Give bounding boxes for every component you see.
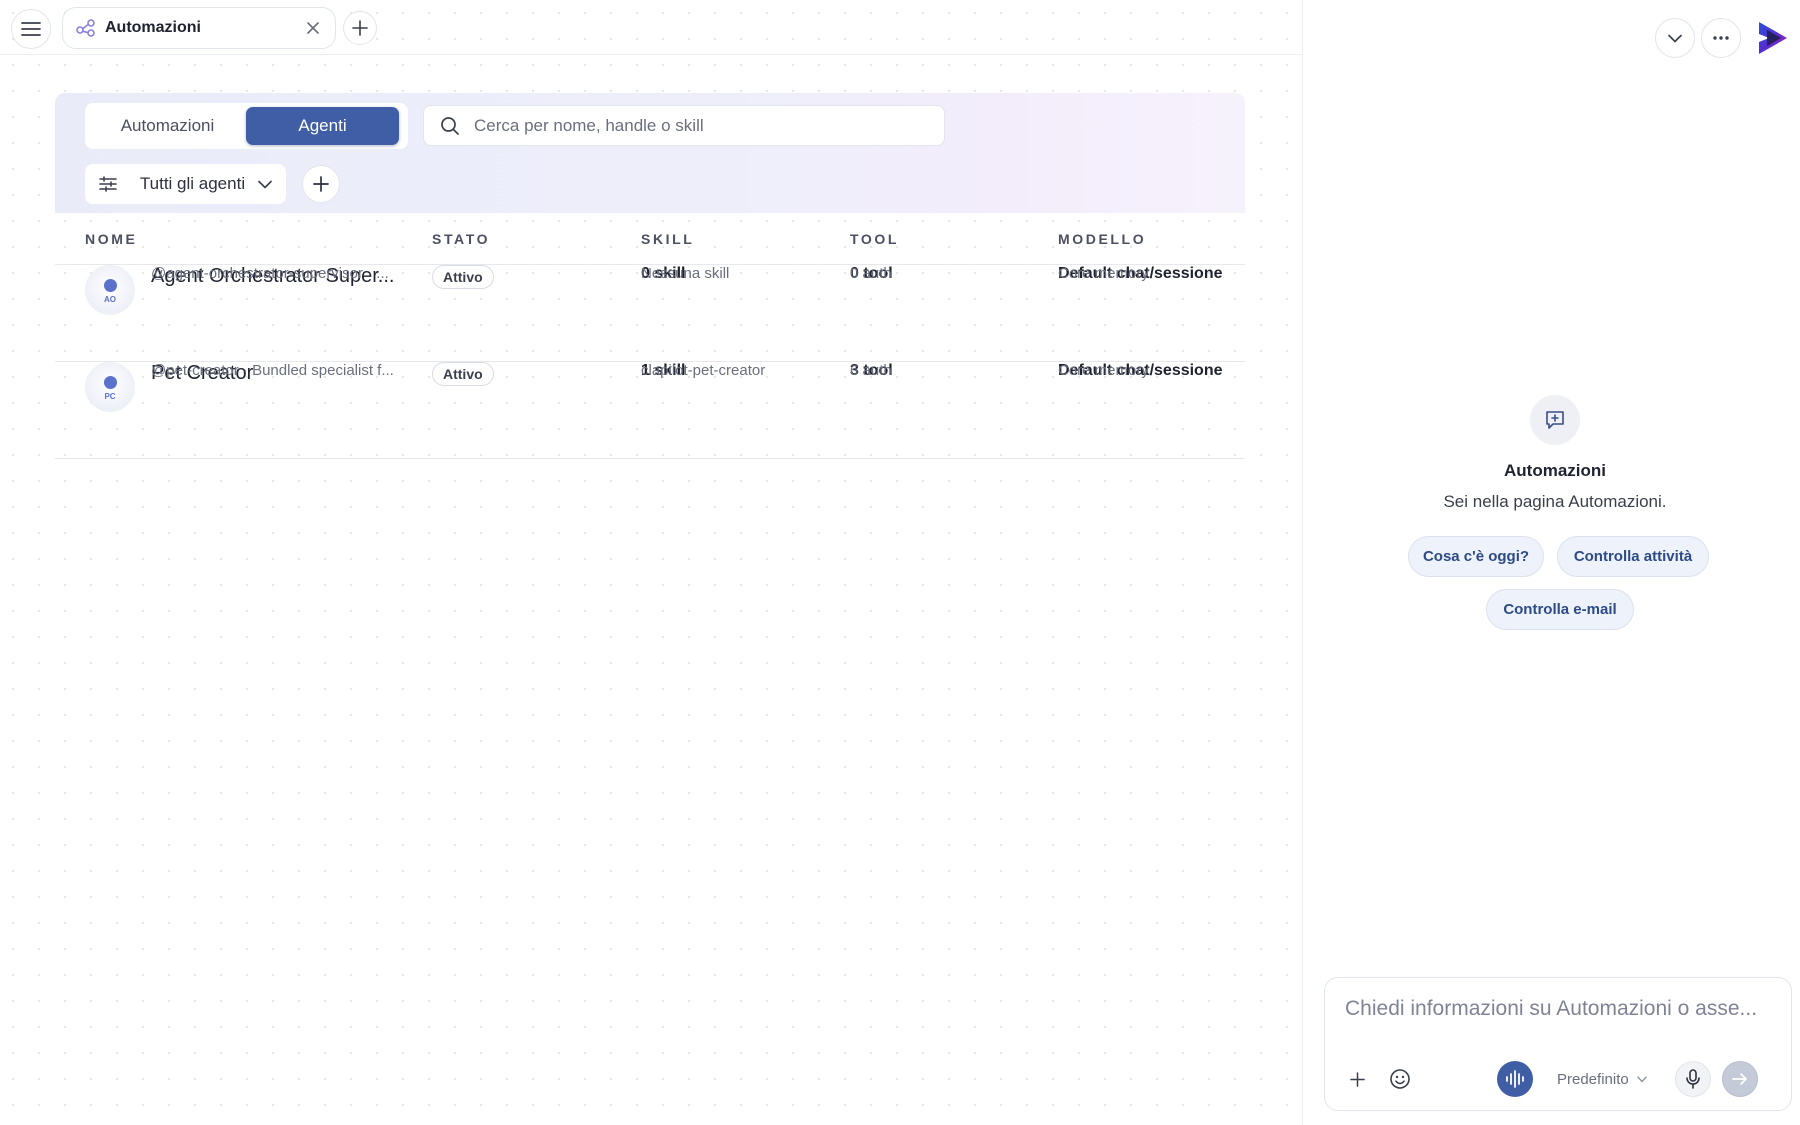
view-switcher: Automazioni Agenti <box>85 103 408 149</box>
suggestion-chip-oggi[interactable]: Cosa c'è oggi? <box>1408 536 1544 577</box>
tab-label: Automazioni <box>105 19 201 36</box>
search-box <box>423 105 945 146</box>
waveform-icon <box>1506 1070 1524 1088</box>
column-header-tool[interactable]: TOOL <box>850 231 899 247</box>
topbar-divider <box>0 54 1302 55</box>
sliders-icon <box>99 176 117 192</box>
column-header-skill[interactable]: SKILL <box>641 231 694 247</box>
chevron-down-icon <box>1668 34 1682 42</box>
workflow-icon <box>75 17 97 39</box>
chat-composer: Predefinito <box>1324 977 1792 1111</box>
tool-detail: 6 auth <box>850 362 892 379</box>
suggestion-chip-attivita[interactable]: Controlla attività <box>1557 536 1709 577</box>
avatar: AO <box>85 265 135 315</box>
model-selector-label: Predefinito <box>1557 1070 1629 1088</box>
assistant-panel: Automazioni Sei nella pagina Automazioni… <box>1302 0 1800 1125</box>
emoji-icon <box>1390 1069 1410 1089</box>
model-detail: Core memory <box>1058 265 1149 282</box>
attach-button[interactable] <box>1339 1061 1375 1097</box>
main-menu-button[interactable] <box>11 9 51 49</box>
assistant-title: Automazioni <box>1504 461 1606 480</box>
emoji-button[interactable] <box>1382 1061 1418 1097</box>
microphone-icon <box>1686 1069 1700 1089</box>
agent-handle: @pet-creator · Bundled specialist f... <box>151 362 394 379</box>
skill-detail: clapilot-pet-creator <box>641 362 766 379</box>
search-icon <box>441 116 459 135</box>
status-badge: Attivo <box>432 362 494 386</box>
filter-label: Tutti gli agenti <box>139 174 246 193</box>
chat-plus-icon <box>1530 395 1580 445</box>
agent-filter-dropdown[interactable]: Tutti gli agenti <box>85 164 286 204</box>
app-logo <box>1753 18 1793 58</box>
skill-detail: Nessuna skill <box>641 265 730 282</box>
close-icon <box>307 22 319 34</box>
table-row[interactable]: PC Pet Creator @pet-creator · Bundled sp… <box>55 362 1245 459</box>
column-header-nome[interactable]: NOME <box>85 231 137 247</box>
chevron-down-icon <box>258 180 272 188</box>
avatar-initials: PC <box>104 392 116 401</box>
chevron-down-icon <box>1637 1076 1647 1083</box>
segment-agenti[interactable]: Agenti <box>246 107 399 145</box>
close-tab-button[interactable] <box>303 18 323 38</box>
plus-icon <box>1349 1071 1365 1087</box>
collapse-panel-button[interactable] <box>1655 18 1695 58</box>
hamburger-icon <box>21 22 41 36</box>
model-selector[interactable]: Predefinito <box>1557 1061 1647 1097</box>
model-detail: Core memory <box>1058 362 1149 379</box>
avatar-initials: AO <box>104 295 116 304</box>
table-row[interactable]: AO Agent Orchestrator Super... @agent-or… <box>55 265 1245 362</box>
status-badge: Attivo <box>432 265 494 289</box>
arrow-right-icon <box>1732 1073 1747 1085</box>
segment-automazioni[interactable]: Automazioni <box>89 107 246 145</box>
send-button[interactable] <box>1722 1061 1758 1097</box>
tool-detail: 0 auth <box>850 265 892 282</box>
voice-mode-button[interactable] <box>1497 1061 1533 1097</box>
avatar-dot <box>104 376 117 389</box>
toolbar: Automazioni Agenti Tutti gli agenti <box>55 93 1245 213</box>
search-input[interactable] <box>474 115 928 136</box>
plus-icon <box>313 176 329 192</box>
tab-automazioni[interactable]: Automazioni <box>62 7 336 49</box>
microphone-button[interactable] <box>1675 1061 1711 1097</box>
chat-input[interactable] <box>1345 992 1773 1026</box>
agent-handle: @agent-orchestrator-supervisor · ... <box>151 265 389 282</box>
avatar: PC <box>85 362 135 412</box>
more-options-button[interactable] <box>1701 18 1741 58</box>
table-header: NOME STATO SKILL TOOL MODELLO <box>55 213 1245 265</box>
column-header-modello[interactable]: MODELLO <box>1058 231 1146 247</box>
avatar-dot <box>104 279 117 292</box>
column-header-stato[interactable]: STATO <box>432 231 490 247</box>
ellipsis-icon <box>1713 36 1729 40</box>
assistant-subtitle: Sei nella pagina Automazioni. <box>1443 492 1667 511</box>
plus-icon <box>352 20 368 36</box>
agents-panel: Automazioni Agenti Tutti gli agenti <box>55 93 1245 459</box>
suggestion-chip-email[interactable]: Controlla e-mail <box>1486 589 1634 630</box>
add-agent-button[interactable] <box>302 165 340 203</box>
new-tab-button[interactable] <box>343 11 377 45</box>
